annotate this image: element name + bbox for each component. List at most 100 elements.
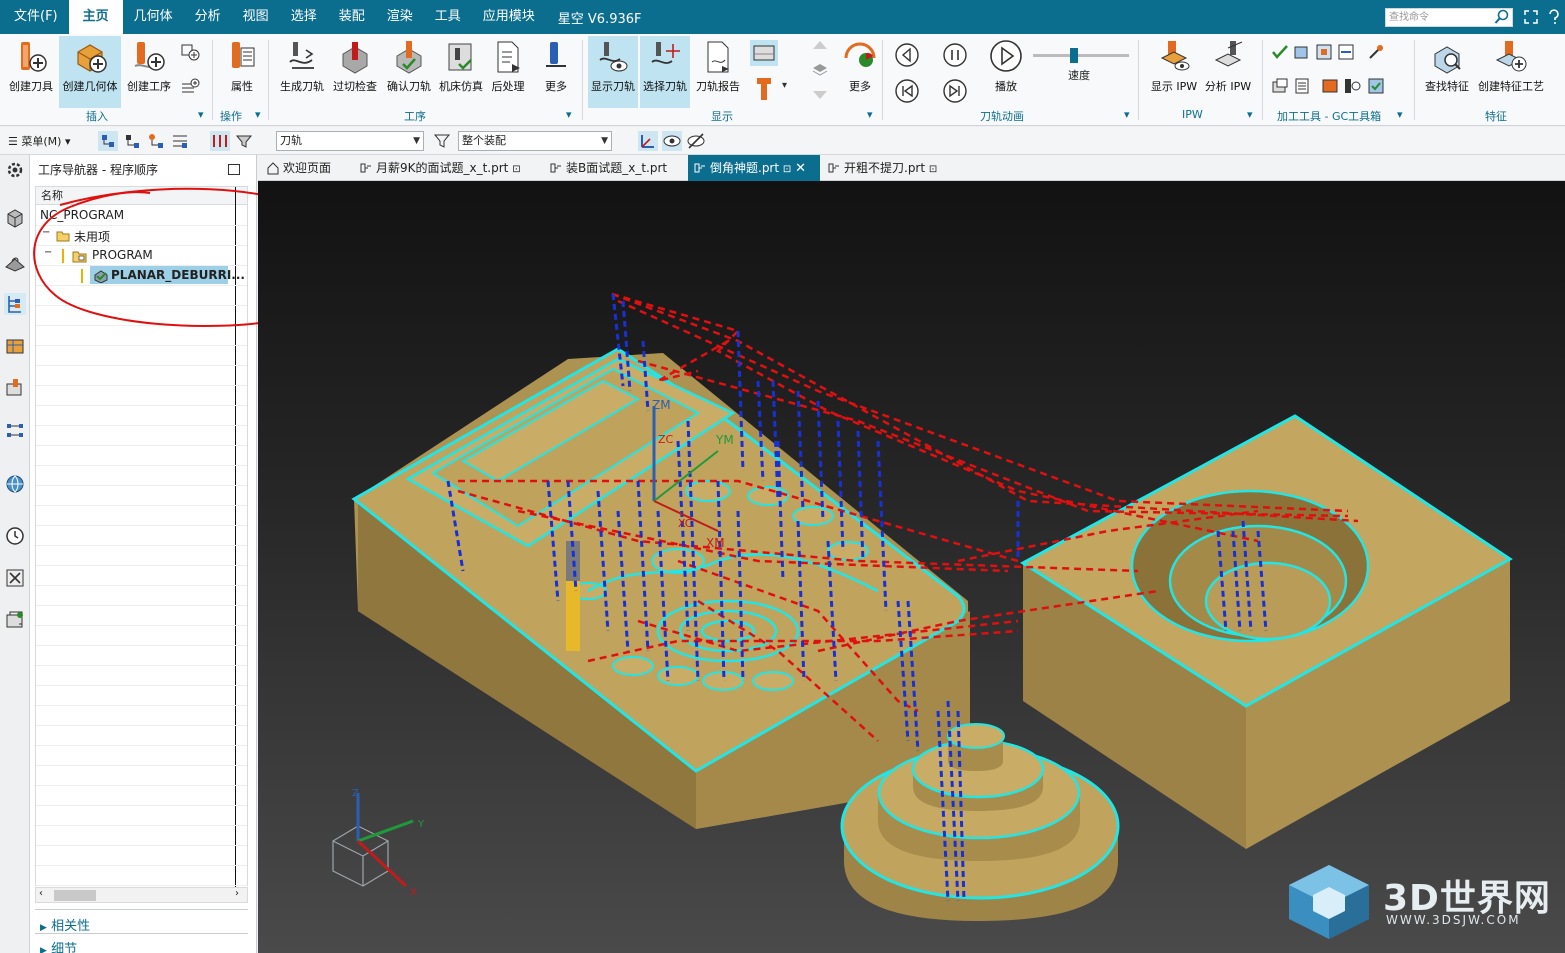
menu-assembly[interactable]: 装配 [328,0,376,34]
help-icon[interactable] [1545,8,1563,26]
close-tab-icon[interactable]: ✕ [795,161,806,176]
horizontal-scrollbar[interactable]: ‹ › [35,887,248,903]
group-operation-dropdown[interactable]: ▾ [255,108,261,121]
tab-interview-9k[interactable]: 月薪9K的面试题_x_t.prt ⊡ [354,155,542,181]
web-browser-icon[interactable] [4,473,26,495]
gc-tool-c-icon[interactable] [1336,42,1356,62]
menu-button[interactable]: ☰ 菜单(M) ▾ [8,133,70,149]
collapse-icon[interactable]: − [44,247,52,258]
group-operations-dropdown[interactable]: ▾ [566,108,572,121]
scope-select[interactable]: 整个装配 ▼ [458,131,612,151]
find-feature-button[interactable]: 查找特征 [1422,36,1472,108]
view-triad[interactable]: Z Y X [332,788,425,898]
operation-navigator-icon[interactable] [4,293,26,315]
menu-geometry[interactable]: 几何体 [123,0,184,34]
search-icon[interactable] [1494,9,1510,25]
filter-toggle-icon[interactable] [210,131,230,151]
group-display-dropdown[interactable]: ▾ [867,108,873,121]
display-ipw-button[interactable]: 显示 IPW [1148,36,1200,108]
go-start-icon[interactable] [894,78,920,104]
tree-row-program[interactable]: − PROGRAM [36,246,247,266]
type-filter-select[interactable]: 刀轨 ▼ [276,131,424,151]
select-toolpath-button[interactable]: 选择刀轨 [640,36,690,108]
create-geometry-button[interactable]: 创建几何体 [59,36,121,108]
gc-check-icon[interactable] [1270,42,1290,62]
nav-method-view-icon[interactable] [170,131,190,151]
show-toolpath-eye-icon[interactable] [662,131,682,151]
create-operation-button[interactable]: 创建工序 [124,36,174,108]
gc-tool-e-icon[interactable] [1270,76,1290,96]
column-header-name[interactable]: 名称 [36,187,247,205]
gc-tool-g-icon[interactable] [1320,76,1340,96]
collapse-icon[interactable]: − [42,227,50,238]
layer-stack-icon[interactable] [810,60,830,80]
menu-render[interactable]: 渲染 [376,0,424,34]
tool-display-dropdown[interactable]: ▾ [782,80,787,91]
tab-welcome[interactable]: 欢迎页面 [261,155,351,181]
group-gc-dropdown[interactable]: ▾ [1397,108,1403,121]
tool-display-icon[interactable] [754,76,776,102]
gc-tool-d-icon[interactable] [1366,42,1386,62]
scroll-right-icon[interactable]: › [235,888,239,899]
scrollbar-thumb[interactable] [54,890,96,901]
postprocess-button[interactable]: 后处理 [488,36,528,108]
nav-machine-view-icon[interactable] [122,131,142,151]
properties-button[interactable]: 属性 [220,36,264,108]
display-toolpath-button[interactable]: 显示刀轨 [588,36,638,108]
tab-interview-b[interactable]: 装B面试题_x_t.prt [544,155,686,181]
part-navigator-icon[interactable] [4,251,26,273]
verify-toolpath-button[interactable]: 确认刀轨 [384,36,434,108]
create-method-icon[interactable] [180,42,200,62]
menu-view[interactable]: 视图 [232,0,280,34]
process-tools-icon[interactable] [4,567,26,589]
right-workpiece[interactable] [1020,414,1513,849]
layer-up-icon[interactable] [810,38,830,58]
tree-row-unused[interactable]: − 未用项 [36,226,247,246]
scroll-left-icon[interactable]: ‹ [39,888,43,899]
constraint-navigator-icon[interactable] [4,419,26,441]
speed-slider[interactable] [1033,48,1129,63]
gc-tool-i-icon[interactable] [1366,76,1386,96]
gouge-check-button[interactable]: 过切检查 [330,36,380,108]
restore-window-icon[interactable] [1522,8,1540,26]
group-animation-dropdown[interactable]: ▾ [1124,108,1130,121]
gc-tool-f-icon[interactable] [1292,76,1312,96]
create-tool-button[interactable]: 创建刀具 [6,36,56,108]
gc-tool-a-icon[interactable] [1292,42,1312,62]
gc-tool-h-icon[interactable] [1342,76,1362,96]
hide-toolpath-icon[interactable] [686,131,706,151]
settings-gear-icon[interactable] [4,159,26,181]
graphics-viewport[interactable]: ZM YM XM ZC XC Z Y X 3D世界网 WWW.3DSJW.COM [258,181,1565,953]
menu-home[interactable]: 主页 [68,0,123,34]
machine-simulation-button[interactable]: 机床仿真 [436,36,486,108]
display-ipw-toggle-icon[interactable] [750,40,778,66]
layer-down-icon[interactable] [810,82,830,102]
menu-analysis[interactable]: 分析 [184,0,232,34]
step-back-icon[interactable] [894,42,920,68]
maximize-icon[interactable] [228,164,240,175]
pause-icon[interactable] [942,42,968,68]
nav-program-view-icon[interactable] [98,131,118,151]
menu-applications[interactable]: 应用模块 [472,0,546,34]
tree-row-nc-program[interactable]: NC_PROGRAM [36,206,247,226]
generate-toolpath-button[interactable]: 生成刀轨 [277,36,327,108]
cam-model-scene[interactable]: ZM YM XM ZC XC Z Y X [258,181,1565,953]
filter-mode-icon[interactable] [234,131,254,151]
tab-roughing[interactable]: 开粗不提刀.prt ⊡ [822,155,952,181]
tree-row-planar-deburring[interactable]: PLANAR_DEBURRI... [36,266,247,286]
dependencies-section[interactable]: ▶ 相关性 [40,915,90,934]
details-section[interactable]: ▶ 细节 [40,938,77,953]
create-program-icon[interactable] [180,78,200,98]
menu-file[interactable]: 文件(F) [0,0,69,34]
group-ipw-dropdown[interactable]: ▾ [1247,108,1253,121]
display-more-button[interactable]: 更多 [840,36,880,108]
mcs-icon[interactable] [638,131,658,151]
menu-tools[interactable]: 工具 [424,0,472,34]
group-insert-dropdown[interactable]: ▾ [198,108,204,121]
analyze-ipw-button[interactable]: 分析 IPW [1202,36,1254,108]
menu-select[interactable]: 选择 [280,0,328,34]
operation-more-button[interactable]: 更多 [538,36,574,108]
assembly-navigator-icon[interactable] [4,207,26,229]
machining-feature-navigator-icon[interactable] [4,377,26,399]
tab-chamfer-problem[interactable]: 倒角神题.prt ⊡ ✕ [688,155,820,181]
